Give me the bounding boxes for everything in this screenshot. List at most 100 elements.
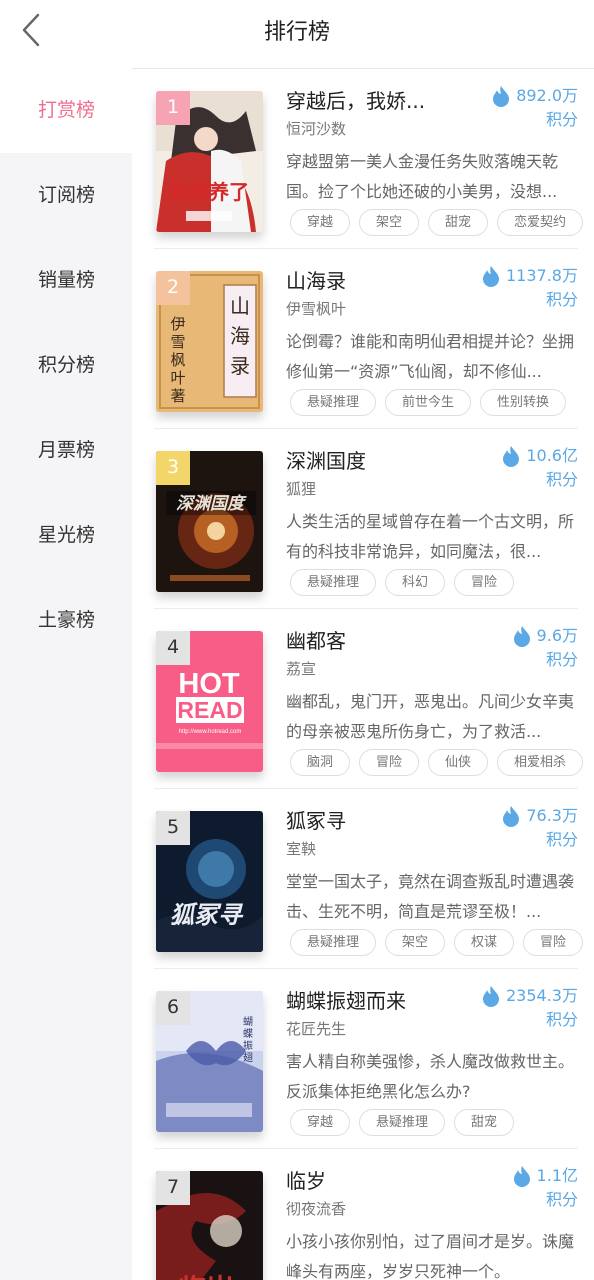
book-description: 堂堂一国太子，竟然在调查叛乱时遭遇袭击、生死不明，简直是荒谬至极！... (286, 872, 575, 921)
book-title[interactable]: 狐冢寻 (286, 805, 346, 834)
score-value: 1.1亿 (536, 1166, 578, 1185)
sidebar-item-points[interactable]: 积分榜 (0, 323, 132, 408)
score-unit: 积分 (545, 470, 578, 489)
score-unit: 积分 (545, 290, 578, 309)
tag[interactable]: 悬疑推理 (290, 389, 377, 416)
tag[interactable]: 脑洞 (290, 749, 351, 776)
book-title[interactable]: 蝴蝶振翅而来 (286, 985, 406, 1014)
sidebar-item-tycoon[interactable]: 土豪榜 (0, 578, 132, 663)
svg-text:雪: 雪 (170, 333, 185, 351)
book-title[interactable]: 临岁 (286, 1165, 326, 1194)
book-item[interactable]: 狐冢寻 5 狐冢寻 室鞅 76.3万 积分 堂堂一国太子，竟然在调查叛乱时遭遇袭… (132, 789, 594, 969)
svg-text:录: 录 (230, 354, 250, 378)
book-cover[interactable]: 狐冢寻 5 (156, 811, 263, 952)
flame-icon (483, 266, 499, 287)
tag[interactable]: 架空 (359, 209, 420, 236)
flame-icon (513, 1166, 530, 1187)
book-cover[interactable]: 山 海 录 伊 雪 枫 叶 著 2 (156, 271, 263, 412)
book-description: 小孩小孩你别怕，过了眉间才是岁。诛魔峰头有两座，岁岁只死神一个。 (286, 1232, 575, 1280)
tag[interactable]: 性别转换 (480, 389, 567, 416)
tag-list: 脑洞 冒险 仙侠 相爱相杀 (290, 749, 592, 776)
tag[interactable]: 冒险 (454, 569, 515, 596)
svg-text:蝴: 蝴 (243, 1016, 253, 1028)
book-author: 彻夜流香 (286, 1200, 347, 1218)
book-title[interactable]: 深渊国度 (286, 445, 366, 474)
book-item[interactable]: 深渊国度 3 深渊国度 狐狸 10.6亿 积分 人类生活的星域曾存在着一个古文明… (132, 429, 594, 609)
tag[interactable]: 科幻 (385, 569, 446, 596)
score-value: 76.3万 (526, 806, 578, 825)
svg-text:振: 振 (243, 1039, 253, 1052)
svg-text:枫: 枫 (170, 351, 185, 369)
book-item[interactable]: 临岁 7 临岁 彻夜流香 1.1亿 积分 小孩小孩你别怕，过了眉间才是岁。诛魔峰… (132, 1149, 594, 1280)
book-item[interactable]: 山 海 录 伊 雪 枫 叶 著 2 山海录 伊雪枫叶 1137.8万 积分 论倒… (132, 249, 594, 429)
book-score: 76.3万 积分 (502, 804, 578, 852)
rank-badge: 5 (156, 811, 190, 845)
sidebar-item-monthly-ticket[interactable]: 月票榜 (0, 408, 132, 493)
sidebar-item-sales[interactable]: 销量榜 (0, 238, 132, 323)
flame-icon (493, 86, 510, 107)
sidebar-item-subscribe[interactable]: 订阅榜 (0, 153, 132, 238)
svg-text:伊: 伊 (170, 315, 185, 333)
tag-list: 穿越 架空 甜宠 恋爱契约 (290, 209, 592, 236)
svg-text:临岁: 临岁 (178, 1273, 234, 1280)
tag[interactable]: 悬疑推理 (359, 1109, 446, 1136)
book-item[interactable]: HOT READ http://www.hotread.com 4 幽都客 荔宣… (132, 609, 594, 789)
svg-text:READ: READ (177, 697, 242, 723)
book-score: 1137.8万 积分 (482, 264, 578, 312)
book-cover[interactable]: 蝴 蝶 振 翅 6 (156, 991, 263, 1132)
tag[interactable]: 恋爱契约 (497, 209, 584, 236)
book-author: 伊雪枫叶 (286, 300, 347, 318)
svg-text:翅: 翅 (243, 1051, 253, 1064)
tag[interactable]: 悬疑推理 (290, 929, 377, 956)
tag[interactable]: 冒险 (523, 929, 584, 956)
book-score: 2354.3万 积分 (482, 984, 578, 1032)
sidebar-item-starlight[interactable]: 星光榜 (0, 493, 132, 578)
rank-badge: 1 (156, 91, 190, 125)
svg-text:我娇养了: 我娇养了 (169, 180, 249, 204)
svg-text:著: 著 (170, 387, 185, 405)
book-cover[interactable]: 我娇养了 1 (156, 91, 263, 232)
flame-icon (513, 626, 530, 647)
book-description: 论倒霉？谁能和南明仙君相提并论？坐拥修仙第一“资源”飞仙阁，却不修仙... (286, 332, 575, 381)
book-list: 我娇养了 1 穿越后，我娇... 恒河沙数 892.0万 积分 穿越盟第一美人金… (132, 69, 594, 1280)
svg-text:蝶: 蝶 (243, 1027, 253, 1040)
score-unit: 积分 (545, 110, 578, 129)
tag[interactable]: 甜宠 (428, 209, 489, 236)
tag[interactable]: 架空 (385, 929, 446, 956)
book-item[interactable]: 我娇养了 1 穿越后，我娇... 恒河沙数 892.0万 积分 穿越盟第一美人金… (132, 69, 594, 249)
book-author: 狐狸 (286, 480, 317, 498)
book-cover[interactable]: 临岁 7 (156, 1171, 263, 1280)
book-title[interactable]: 山海录 (286, 265, 346, 294)
tag-list: 悬疑推理 科幻 冒险 (290, 569, 523, 596)
tag[interactable]: 仙侠 (428, 749, 489, 776)
top-bar: 排行榜 (0, 0, 594, 62)
book-cover[interactable]: 深渊国度 3 (156, 451, 263, 592)
tag[interactable]: 相爱相杀 (497, 749, 584, 776)
book-title[interactable]: 穿越后，我娇... (286, 85, 425, 114)
tag[interactable]: 冒险 (359, 749, 420, 776)
score-value: 2354.3万 (506, 986, 578, 1005)
svg-text:深渊国度: 深渊国度 (176, 494, 247, 514)
score-value: 10.6亿 (526, 446, 578, 465)
score-unit: 积分 (545, 1190, 578, 1209)
tag[interactable]: 甜宠 (454, 1109, 515, 1136)
tag[interactable]: 权谋 (454, 929, 515, 956)
sidebar-item-reward[interactable]: 打赏榜 (0, 68, 132, 153)
book-cover[interactable]: HOT READ http://www.hotread.com 4 (156, 631, 263, 772)
tag[interactable]: 穿越 (290, 1109, 351, 1136)
book-title[interactable]: 幽都客 (286, 625, 346, 654)
book-item[interactable]: 蝴 蝶 振 翅 6 蝴蝶振翅而来 花匠先生 2354.3万 积分 害人精自称美强… (132, 969, 594, 1149)
book-description: 害人精自称美强惨，杀人魔改做救世主。反派集体拒绝黑化怎么办? (286, 1052, 575, 1101)
svg-text:叶: 叶 (170, 369, 185, 387)
tag[interactable]: 悬疑推理 (290, 569, 377, 596)
svg-text:http://www.hotread.com: http://www.hotread.com (179, 729, 242, 735)
tag[interactable]: 前世今生 (385, 389, 472, 416)
book-description: 穿越盟第一美人金漫任务失败落魄天乾国。捡了个比她还破的小美男，没想... (286, 152, 559, 201)
tag[interactable]: 穿越 (290, 209, 351, 236)
svg-text:山: 山 (230, 294, 250, 318)
ranking-sidebar: 打赏榜 订阅榜 销量榜 积分榜 月票榜 星光榜 土豪榜 (0, 68, 132, 1280)
score-unit: 积分 (545, 650, 578, 669)
tag-list: 悬疑推理 前世今生 性别转换 (290, 389, 575, 416)
book-score: 892.0万 积分 (492, 84, 578, 132)
book-description: 幽都乱，鬼门开，恶鬼出。凡间少女辛夷的母亲被恶鬼所伤身亡，为了救活... (286, 692, 575, 741)
